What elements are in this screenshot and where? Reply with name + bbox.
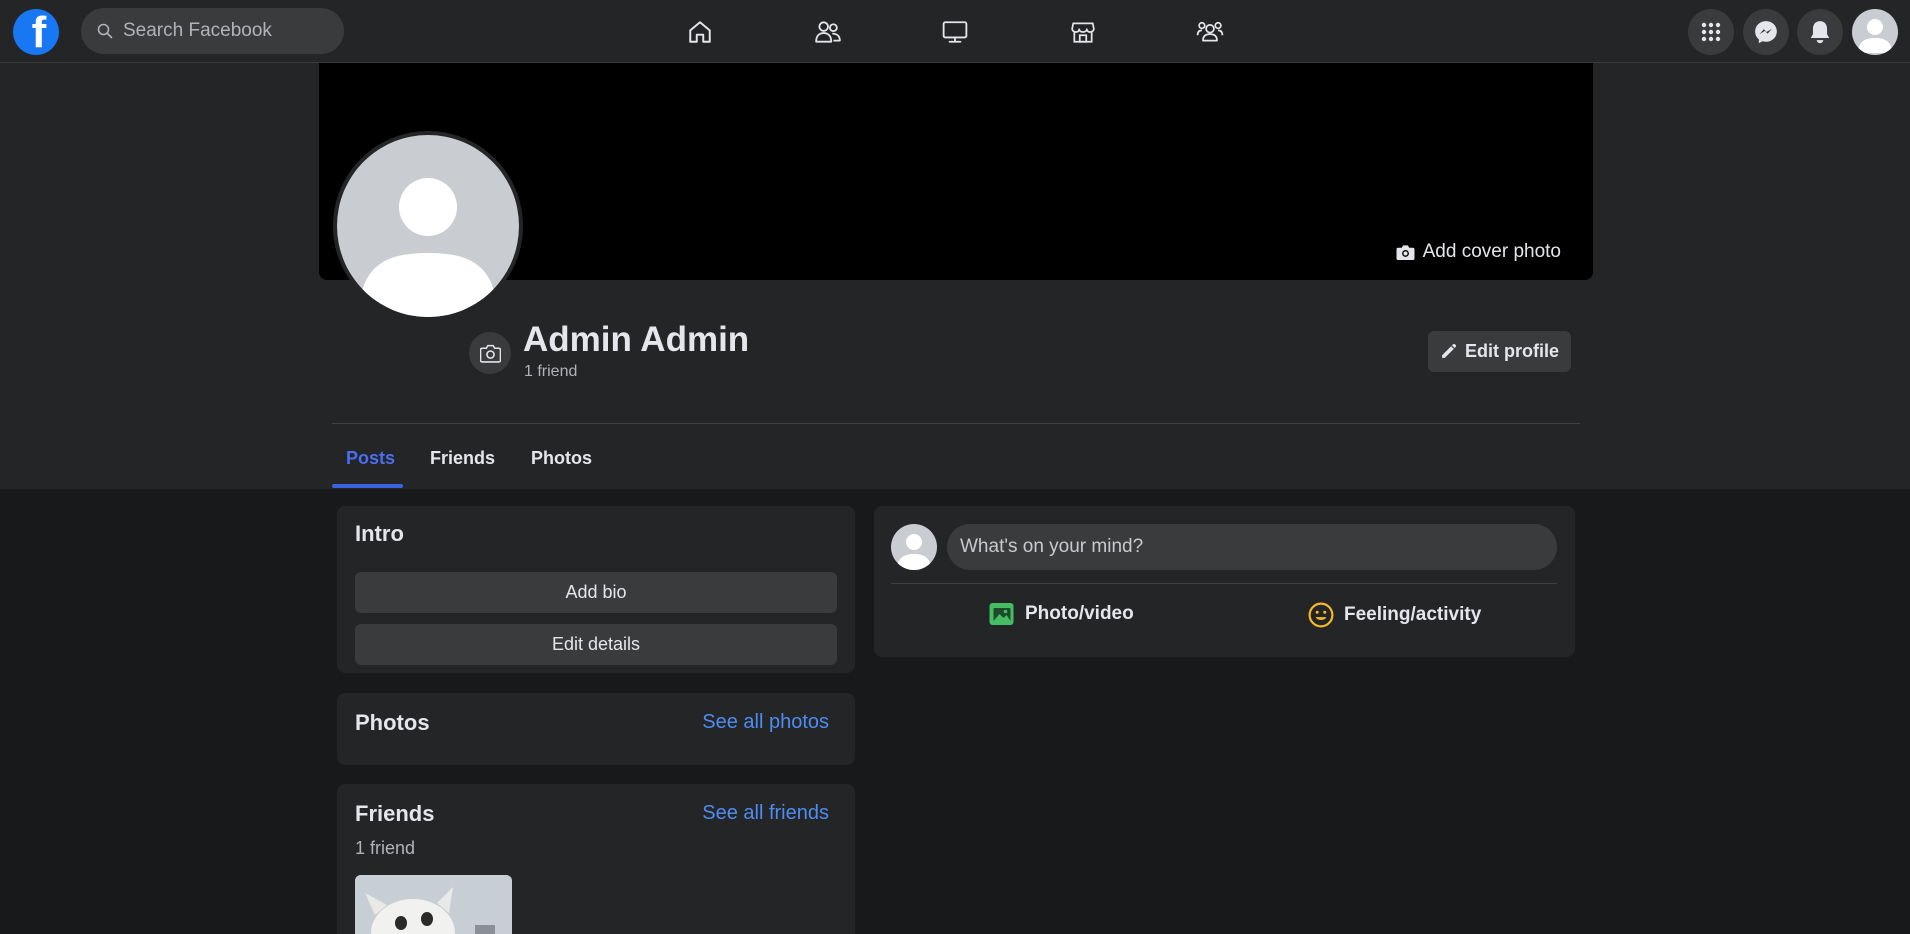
cat-photo-icon <box>355 875 512 934</box>
see-all-photos-link[interactable]: See all photos <box>702 711 829 734</box>
friends-title: Friends <box>355 801 435 826</box>
update-profile-picture-button[interactable] <box>469 332 511 374</box>
notifications-button[interactable] <box>1797 9 1843 55</box>
edit-profile-label: Edit profile <box>1465 341 1559 361</box>
search-input[interactable] <box>123 20 323 42</box>
nav-watch[interactable] <box>905 12 1005 52</box>
search-box[interactable] <box>81 8 344 54</box>
default-avatar-icon <box>897 534 931 570</box>
edit-profile-button[interactable]: Edit profile <box>1428 331 1571 372</box>
nav-friends[interactable] <box>778 12 878 52</box>
tab-friends[interactable]: Friends <box>430 448 495 469</box>
photo-video-icon <box>989 603 1014 625</box>
top-navigation-bar: f <box>0 0 1910 63</box>
friends-icon <box>815 21 841 43</box>
camera-icon <box>479 344 501 363</box>
composer-divider <box>891 583 1557 584</box>
profile-name: Admin Admin <box>523 320 750 359</box>
messenger-icon <box>1755 21 1777 44</box>
camera-icon <box>1396 244 1415 260</box>
feeling-activity-label: Feeling/activity <box>1344 604 1482 625</box>
photo-video-button[interactable]: Photo/video <box>988 602 1134 626</box>
account-button[interactable] <box>1852 9 1898 55</box>
header-divider <box>332 423 1580 424</box>
add-bio-button[interactable]: Add bio <box>355 572 837 613</box>
smiley-icon <box>1308 602 1334 628</box>
composer-avatar[interactable] <box>891 524 937 570</box>
notifications-icon <box>1810 21 1830 44</box>
facebook-logo[interactable]: f <box>13 9 59 55</box>
nav-home[interactable] <box>650 12 750 52</box>
nav-groups[interactable] <box>1160 12 1260 52</box>
watch-icon <box>942 21 968 43</box>
photos-title: Photos <box>355 710 430 735</box>
friends-count: 1 friend <box>355 838 416 858</box>
tab-photos[interactable]: Photos <box>531 448 592 469</box>
friend-photo-thumbnail[interactable] <box>355 875 512 934</box>
photo-video-label: Photo/video <box>1025 603 1134 624</box>
intro-card: Intro Add bio Edit details <box>337 506 855 673</box>
post-composer-card: What's on your mind? Photo/video Feeling… <box>874 506 1575 657</box>
menu-button[interactable] <box>1688 9 1734 55</box>
marketplace-icon <box>1071 22 1095 43</box>
groups-icon <box>1196 21 1224 42</box>
edit-details-button[interactable]: Edit details <box>355 624 837 665</box>
intro-title: Intro <box>355 521 404 546</box>
see-all-friends-link[interactable]: See all friends <box>702 802 829 825</box>
photos-card: Photos See all photos <box>337 693 855 765</box>
whats-on-your-mind-input[interactable]: What's on your mind? <box>947 524 1557 570</box>
add-cover-photo-label: Add cover photo <box>1422 241 1561 262</box>
feeling-activity-button[interactable]: Feeling/activity <box>1308 602 1481 628</box>
profile-friend-count[interactable]: 1 friend <box>524 363 577 381</box>
add-cover-photo-button[interactable]: Add cover photo <box>1396 241 1561 263</box>
search-icon <box>97 23 113 39</box>
profile-header: Add cover photo <box>0 63 1910 489</box>
menu-icon <box>1701 22 1721 42</box>
pencil-icon <box>1442 343 1457 358</box>
messenger-button[interactable] <box>1743 9 1789 55</box>
account-icon <box>1858 19 1892 53</box>
home-icon <box>689 21 711 43</box>
active-tab-indicator <box>332 484 403 488</box>
nav-marketplace[interactable] <box>1033 12 1133 52</box>
tab-posts[interactable]: Posts <box>346 448 395 469</box>
friends-card: Friends See all friends 1 friend <box>337 784 855 934</box>
profile-picture[interactable] <box>333 131 523 321</box>
default-avatar-icon <box>359 178 497 317</box>
